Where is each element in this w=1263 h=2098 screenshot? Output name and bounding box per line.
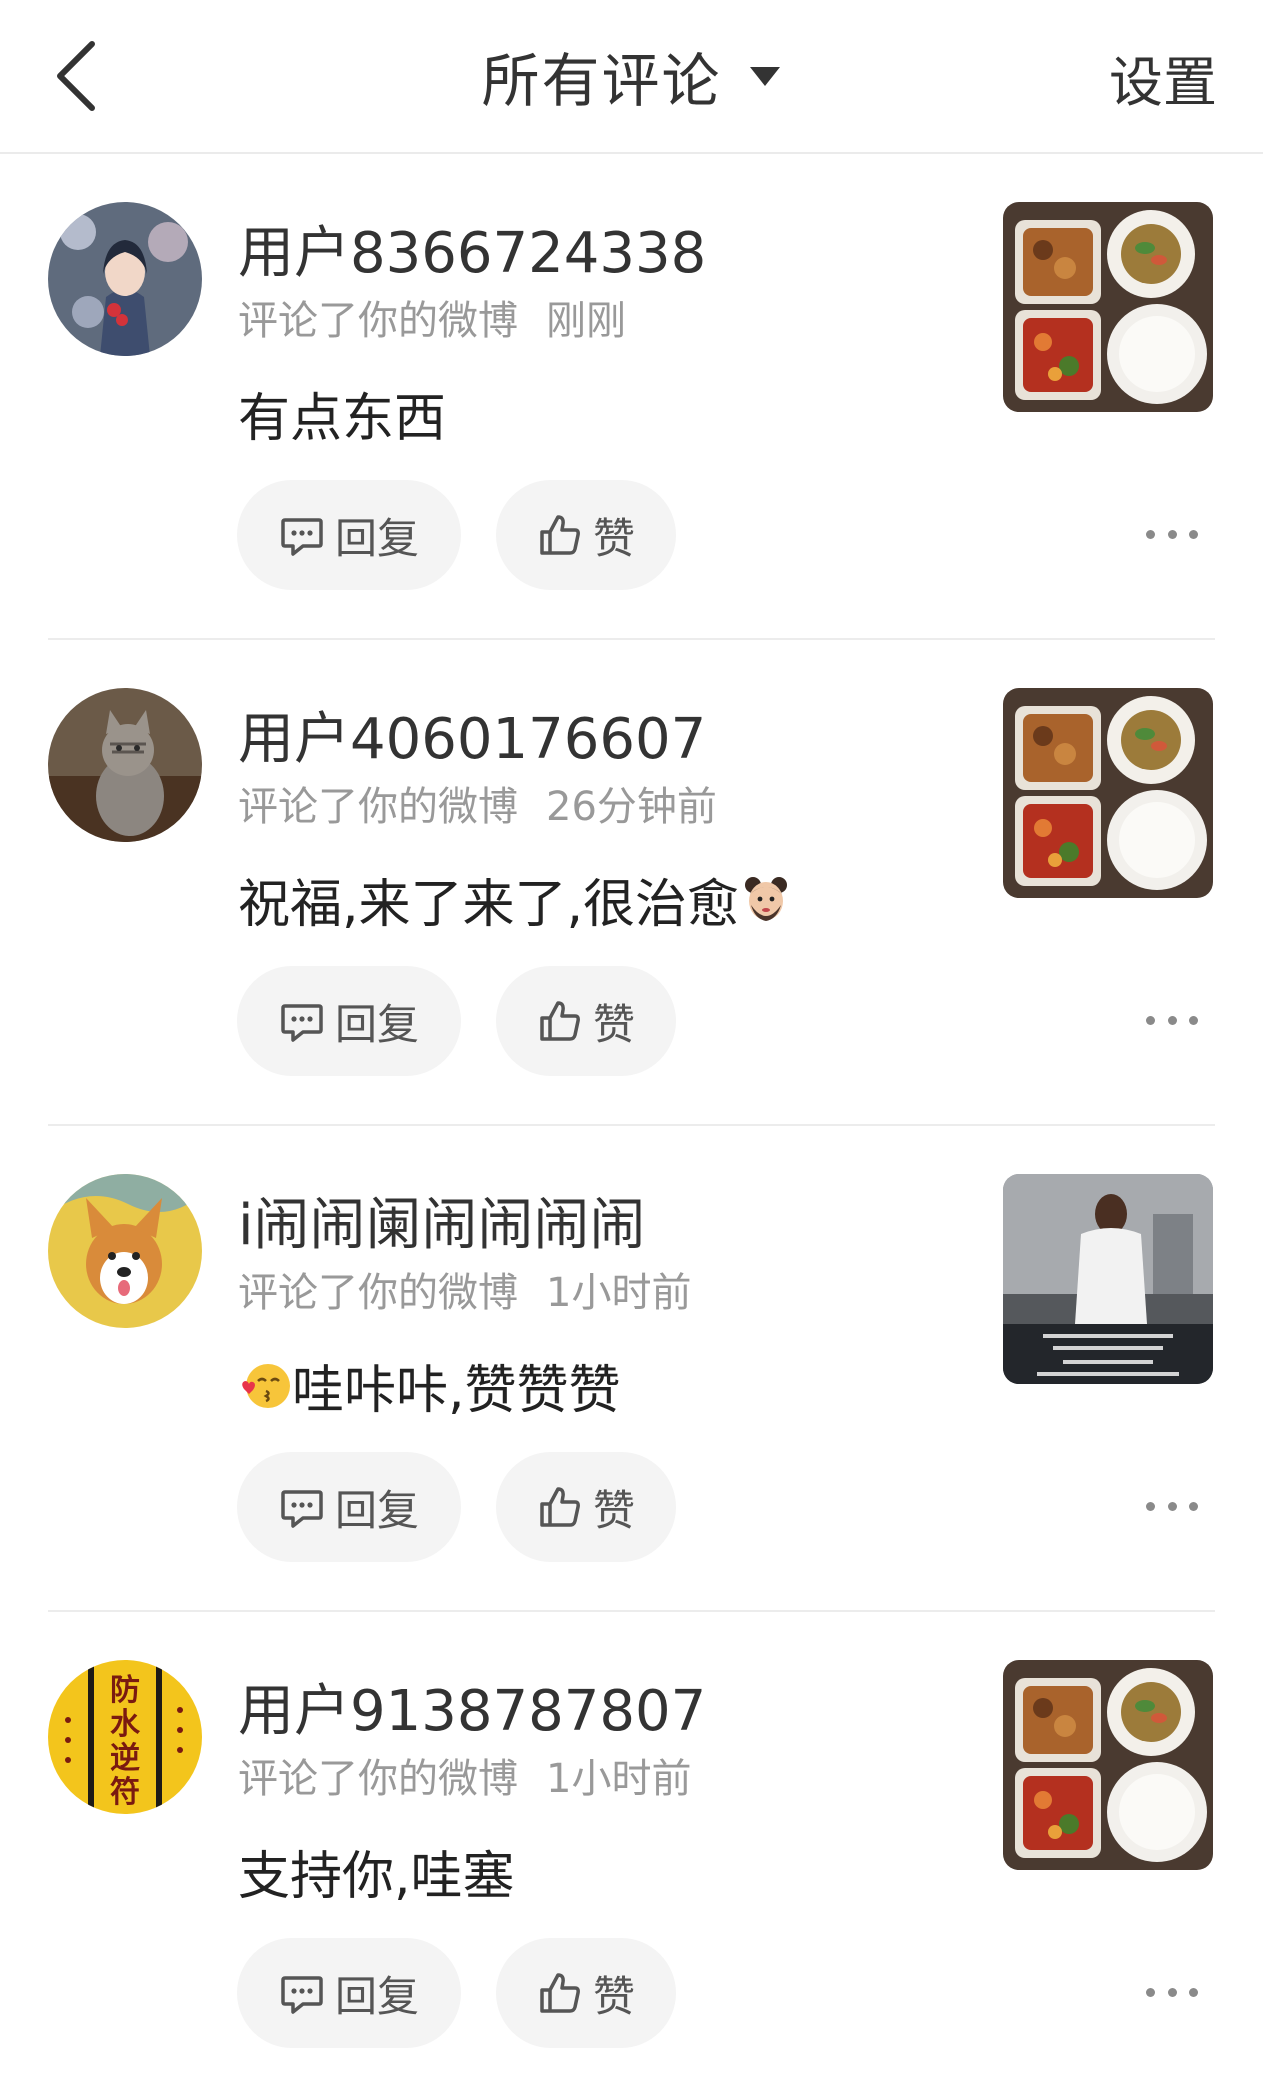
username[interactable]: 用户9138787807 [238, 1666, 706, 1747]
more-options-button[interactable] [1146, 1970, 1198, 2014]
comment-bubble-icon [281, 1004, 323, 1042]
comment-item: 防 水 逆 符 用户9138787807 评论了你的微博 1小时前 支持你,哇塞 [0, 1612, 1263, 2098]
like-label: 赞 [592, 1971, 635, 2021]
username[interactable]: 用户4060176607 [238, 694, 706, 775]
comment-text: 祝福,来了来了,很治愈 [238, 862, 793, 937]
more-dot [1146, 1015, 1155, 1025]
reply-button[interactable]: 回复 [237, 1938, 461, 2048]
more-dot [1189, 1501, 1198, 1511]
more-dot [1167, 1015, 1177, 1025]
talisman-char: 逆 [110, 1741, 140, 1776]
kissing-face-emoji [242, 1363, 290, 1408]
more-dot [1167, 1501, 1177, 1511]
more-dot [1167, 1987, 1177, 1997]
action-text: 评论了你的微博 [238, 1270, 518, 1316]
avatar[interactable] [48, 688, 202, 842]
comment-item: 用户4060176607 评论了你的微博 26分钟前 祝福,来了来了,很治愈 回… [0, 640, 1263, 1126]
reply-label: 回复 [334, 1971, 419, 2021]
top-bar: 所有评论 设置 [0, 0, 1263, 154]
reply-label: 回复 [334, 513, 419, 563]
reply-button[interactable]: 回复 [237, 966, 461, 1076]
avatar[interactable]: 防 水 逆 符 [48, 1660, 202, 1814]
comment-meta: 评论了你的微博 1小时前 [238, 1260, 691, 1318]
like-button[interactable]: 赞 [496, 480, 676, 590]
more-dot [1189, 1015, 1198, 1025]
avatar[interactable] [48, 202, 202, 356]
comment-bubble-icon [281, 1976, 323, 2014]
thumbs-up-icon [540, 515, 580, 555]
comment-body: 有点东西 [238, 389, 447, 449]
comment-meta: 评论了你的微博 26分钟前 [238, 774, 717, 832]
comment-filter-dropdown[interactable]: 所有评论 [0, 36, 1263, 116]
timestamp: 26分钟前 [546, 784, 717, 830]
like-button[interactable]: 赞 [496, 1452, 676, 1562]
action-text: 评论了你的微博 [238, 298, 518, 344]
comment-list: 用户8366724338 评论了你的微博 刚刚 有点东西 回复 赞 用户4060… [0, 154, 1263, 2098]
talisman-char: 防 [110, 1673, 140, 1708]
action-text: 评论了你的微博 [238, 1756, 518, 1802]
timestamp: 1小时前 [546, 1756, 692, 1802]
like-label: 赞 [592, 513, 635, 563]
timestamp: 刚刚 [546, 298, 626, 344]
comment-bubble-icon [281, 1490, 323, 1528]
username[interactable]: 用户8366724338 [238, 208, 706, 289]
like-button[interactable]: 赞 [496, 966, 676, 1076]
comment-meta: 评论了你的微博 1小时前 [238, 1746, 691, 1804]
post-thumbnail[interactable] [1003, 202, 1213, 412]
like-label: 赞 [592, 999, 635, 1049]
reply-button[interactable]: 回复 [237, 1452, 461, 1562]
username[interactable]: i闹闹阑闹闹闹闹 [238, 1180, 646, 1261]
more-dot [1189, 1987, 1198, 1997]
comment-body: 哇咔咔,赞赞赞 [292, 1361, 621, 1421]
more-options-button[interactable] [1146, 998, 1198, 1042]
talisman-char: 符 [110, 1775, 140, 1810]
timestamp: 1小时前 [546, 1270, 692, 1316]
reply-button[interactable]: 回复 [237, 480, 461, 590]
reply-label: 回复 [334, 999, 419, 1049]
comment-body: 支持你,哇塞 [238, 1847, 515, 1907]
post-thumbnail[interactable] [1003, 1174, 1213, 1384]
more-options-button[interactable] [1146, 1484, 1198, 1528]
more-dot [1146, 1501, 1155, 1511]
comment-text: 哇咔咔,赞赞赞 [238, 1348, 621, 1423]
talisman-char: 水 [110, 1707, 141, 1742]
comment-body: 祝福,来了来了,很治愈 [238, 875, 740, 935]
bearded-man-emoji [745, 876, 788, 921]
more-options-button[interactable] [1146, 512, 1198, 556]
action-text: 评论了你的微博 [238, 784, 518, 830]
comment-bubble-icon [281, 518, 323, 556]
comment-item: 用户8366724338 评论了你的微博 刚刚 有点东西 回复 赞 [0, 154, 1263, 640]
more-dot [1189, 529, 1198, 539]
like-button[interactable]: 赞 [496, 1938, 676, 2048]
comment-text: 支持你,哇塞 [238, 1834, 515, 1909]
avatar[interactable] [48, 1174, 202, 1328]
comment-text: 有点东西 [238, 376, 446, 451]
post-thumbnail[interactable] [1003, 1660, 1213, 1870]
more-dot [1167, 529, 1177, 539]
like-label: 赞 [592, 1485, 635, 1535]
comment-item: i闹闹阑闹闹闹闹 评论了你的微博 1小时前 哇咔咔,赞赞赞 回复 赞 [0, 1126, 1263, 1612]
reply-label: 回复 [334, 1485, 419, 1535]
thumbs-up-icon [540, 1001, 580, 1041]
thumbs-up-icon [540, 1487, 580, 1527]
more-dot [1146, 1987, 1155, 1997]
caret-down-icon [749, 67, 780, 86]
comment-meta: 评论了你的微博 刚刚 [238, 288, 626, 346]
settings-button[interactable]: 设置 [1109, 38, 1217, 117]
post-thumbnail[interactable] [1003, 688, 1213, 898]
thumbs-up-icon [540, 1973, 580, 2013]
more-dot [1146, 529, 1155, 539]
page-title: 所有评论 [481, 47, 722, 115]
